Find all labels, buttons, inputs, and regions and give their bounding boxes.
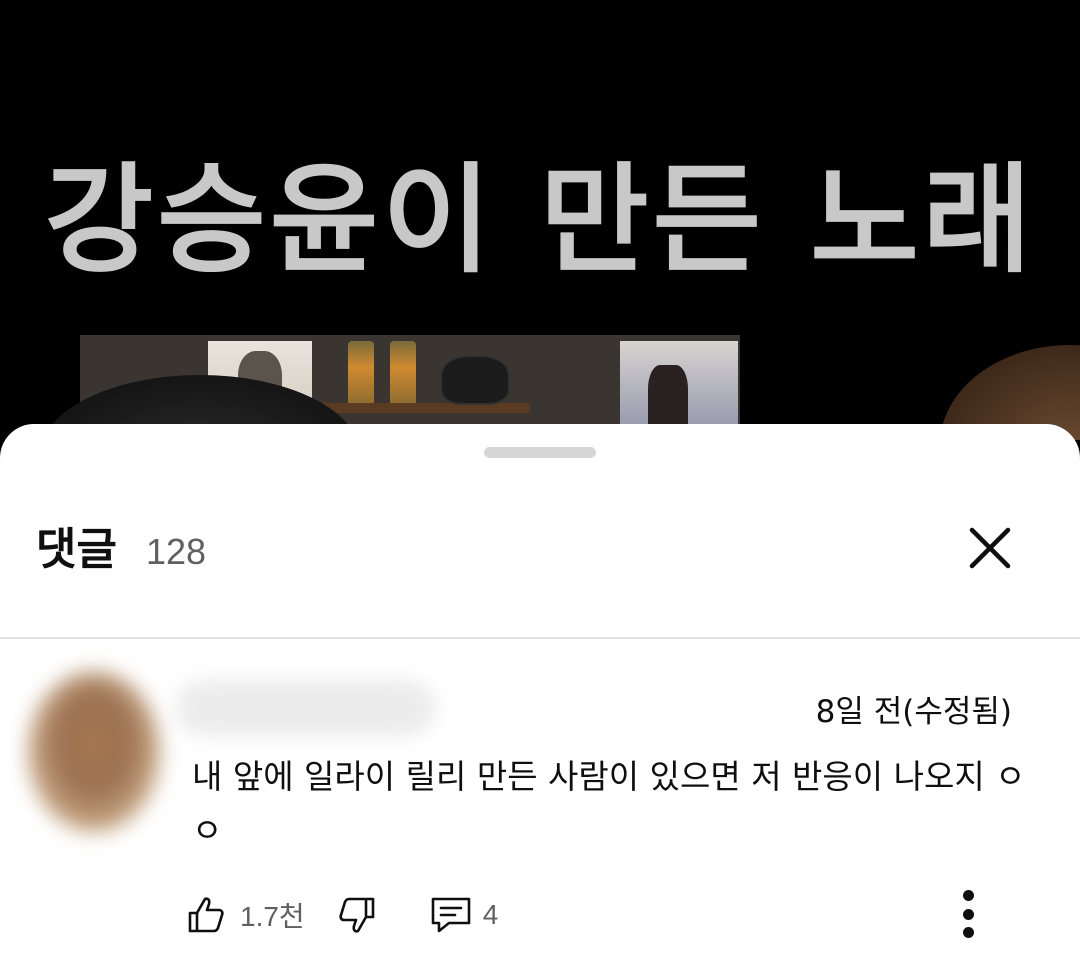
more-options-button[interactable] <box>948 886 988 942</box>
like-count: 1.7천 <box>240 901 305 932</box>
close-button[interactable] <box>960 518 1020 578</box>
like-button[interactable]: 1.7천 <box>186 895 305 935</box>
comments-sheet: 댓글 128 8일 전(수정됨) 내 앞에 일라이 릴리 만든 사람이 있으면 … <box>0 424 1080 962</box>
header-divider <box>0 637 1080 639</box>
author-name-blurred[interactable] <box>176 680 436 736</box>
reply-button[interactable]: 4 <box>429 895 499 935</box>
video-caption: 강승윤이 만든 노래 <box>44 151 1036 289</box>
more-vertical-icon <box>962 890 974 901</box>
comment-icon <box>431 897 470 933</box>
drag-handle[interactable] <box>484 447 596 458</box>
comment-text: 내 앞에 일라이 릴리 만든 사람이 있으면 저 반응이 나오지 ㅇㅇ <box>192 757 1026 850</box>
thumbs-down-icon <box>339 897 374 933</box>
reply-count: 4 <box>482 899 499 930</box>
comment-actions: 1.7천 4 <box>186 890 498 940</box>
close-icon <box>969 527 1011 569</box>
comment-timestamp: 8일 전(수정됨) <box>815 694 1012 730</box>
comments-title: 댓글 <box>36 524 117 575</box>
comments-count: 128 <box>146 531 207 572</box>
teapot-image <box>440 355 510 405</box>
video-player[interactable]: 강승윤이 만든 노래 <box>0 0 1080 440</box>
dislike-button[interactable] <box>337 895 377 935</box>
thumbs-up-icon <box>188 897 224 933</box>
avatar[interactable] <box>28 672 160 832</box>
